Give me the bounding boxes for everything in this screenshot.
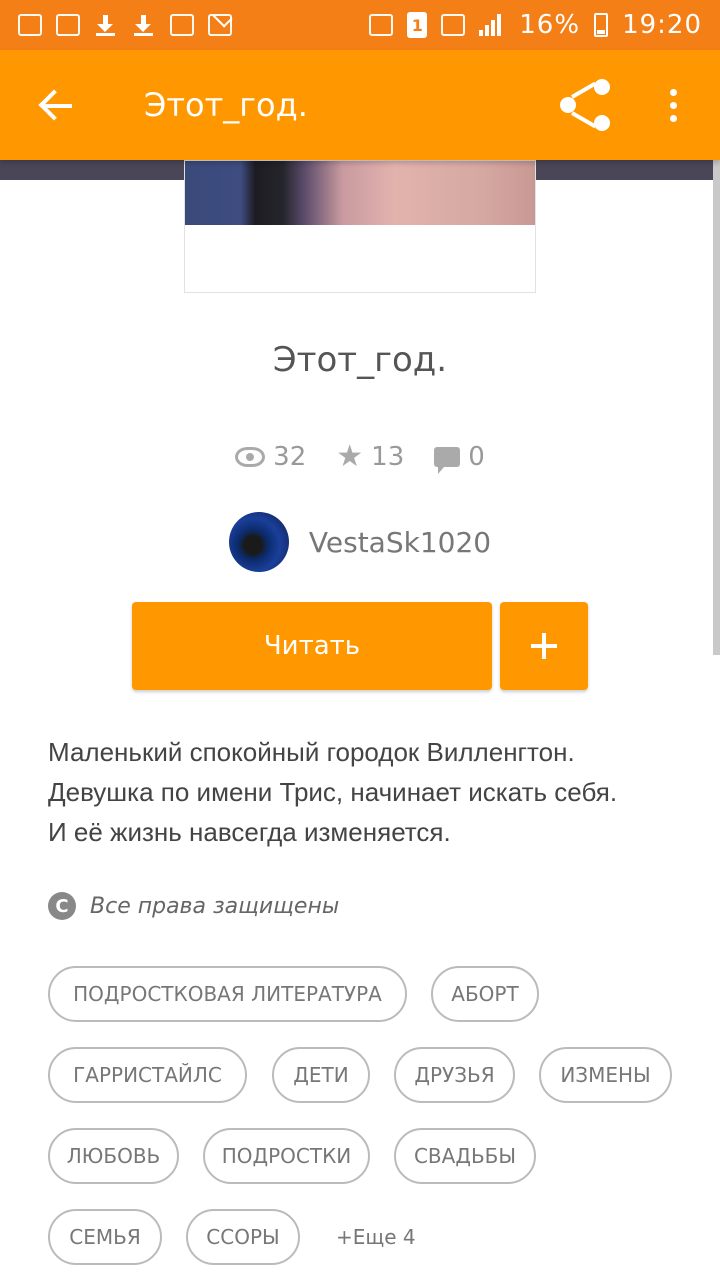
tag[interactable]: семья [48, 1209, 162, 1265]
description-line: И её жизнь навсегда изменяется. [48, 817, 451, 847]
app-bar: Этот_год. [0, 50, 720, 160]
clock: 19:20 [622, 10, 702, 40]
video-icon [56, 14, 80, 36]
signal-icon [479, 14, 505, 36]
read-button[interactable]: Читать [132, 602, 492, 690]
story-stats: 32 ★ 13 0 [0, 439, 720, 474]
book-cover[interactable] [184, 160, 536, 293]
author-row[interactable]: VestaSk1020 [0, 512, 720, 572]
tag[interactable]: аборт [431, 966, 539, 1022]
sim-icon: 1 [407, 12, 428, 38]
back-arrow-icon[interactable] [26, 75, 86, 135]
battery-icon [594, 13, 609, 37]
notification-icons [18, 14, 232, 36]
tag[interactable]: свадьбы [394, 1128, 536, 1184]
description-line: Маленький спокойный городок Вилленгтон. [48, 737, 575, 767]
share-icon[interactable] [554, 75, 614, 135]
comment-icon [434, 447, 461, 474]
copyright-text: Все права защищены [90, 893, 340, 919]
tag[interactable]: измены [539, 1047, 672, 1103]
plus-icon [531, 633, 557, 659]
tag[interactable]: дети [272, 1047, 370, 1103]
download-icon [132, 14, 156, 36]
add-to-library-button[interactable] [500, 602, 588, 690]
tag[interactable]: подростковая литература [48, 966, 407, 1022]
tag[interactable]: любовь [48, 1128, 179, 1184]
views-count: 32 [273, 442, 307, 472]
scrollbar[interactable] [713, 160, 720, 655]
votes-stat: ★ 13 [336, 439, 405, 474]
story-description: Маленький спокойный городок Вилленгтон. … [48, 732, 688, 852]
author-name[interactable]: VestaSk1020 [309, 526, 491, 559]
tag[interactable]: ссоры [186, 1209, 300, 1265]
cover-image [185, 161, 535, 225]
description-line: Девушка по имени Трис, начинает искать с… [48, 777, 618, 807]
network-icon [441, 14, 466, 36]
views-stat: 32 [235, 442, 306, 472]
more-vert-icon[interactable] [658, 75, 688, 135]
status-bar: 1 16% 19:20 [0, 0, 720, 50]
download-icon [94, 14, 118, 36]
copyright-row[interactable]: C Все права защищены [48, 892, 339, 920]
app-bar-title: Этот_год. [144, 86, 308, 124]
eye-icon [235, 447, 266, 467]
votes-count: 13 [371, 442, 405, 472]
more-tags-link[interactable]: +Еще 4 [336, 1225, 416, 1249]
star-icon: ★ [336, 439, 364, 474]
cleaner-icon [18, 14, 42, 36]
mail-icon [208, 14, 232, 36]
tag[interactable]: друзья [394, 1047, 515, 1103]
system-icons: 1 16% 19:20 [369, 10, 702, 40]
tag[interactable]: гарристайлс [48, 1047, 247, 1103]
comments-stat: 0 [434, 442, 485, 474]
comments-count: 0 [468, 442, 485, 472]
mute-icon [369, 14, 394, 36]
tag[interactable]: подростки [203, 1128, 370, 1184]
book-title: Этот_год. [272, 340, 448, 380]
battery-percent: 16% [519, 10, 581, 40]
gallery-icon [170, 14, 194, 36]
avatar[interactable] [228, 512, 289, 572]
copyright-icon: C [48, 892, 76, 920]
